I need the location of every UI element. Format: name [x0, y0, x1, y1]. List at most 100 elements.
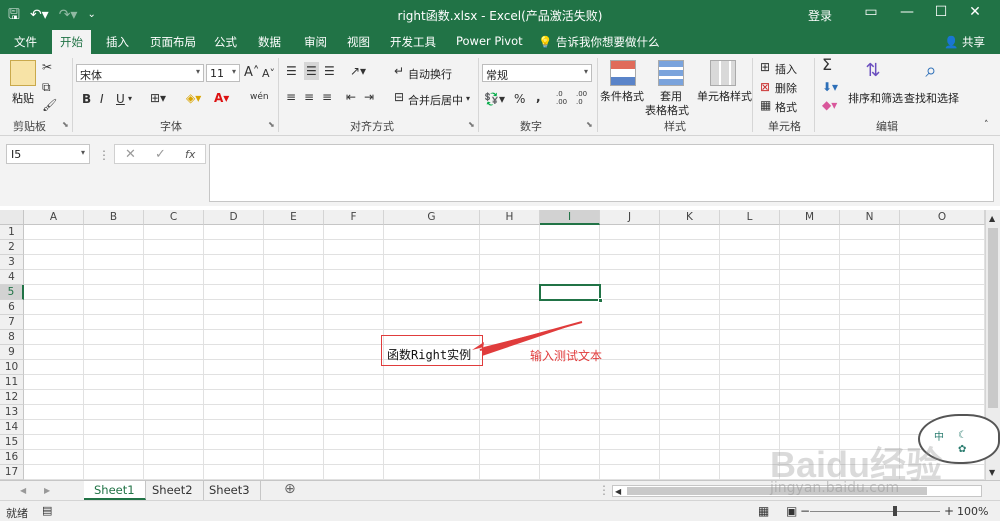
decrease-indent-icon[interactable]: ⇤: [346, 90, 356, 104]
sort-filter-button[interactable]: 排序和筛选: [848, 90, 903, 106]
wrap-text-button[interactable]: 自动换行: [408, 66, 452, 82]
sheet-tab-sheet2[interactable]: Sheet2: [142, 481, 204, 500]
tell-me-search[interactable]: 💡 告诉我你想要做什么: [538, 34, 659, 50]
phonetic-icon[interactable]: wén: [250, 90, 269, 104]
font-color-icon[interactable]: A▾: [214, 91, 229, 105]
row-header-14[interactable]: 14: [0, 420, 24, 435]
row-header-1[interactable]: 1: [0, 225, 24, 240]
column-header-n[interactable]: N: [840, 210, 900, 225]
italic-button[interactable]: I: [100, 92, 104, 106]
minimize-icon[interactable]: —: [896, 4, 918, 20]
normal-view-icon[interactable]: ▦: [758, 504, 769, 518]
underline-button[interactable]: U: [116, 92, 125, 106]
tab-review[interactable]: 审阅: [304, 34, 327, 50]
tab-insert[interactable]: 插入: [106, 34, 129, 50]
paste-button[interactable]: 粘贴: [12, 90, 34, 106]
fill-handle[interactable]: [598, 298, 603, 303]
align-left-icon[interactable]: ≡: [286, 90, 296, 104]
tab-power-pivot[interactable]: Power Pivot: [456, 34, 523, 48]
align-top-icon[interactable]: ☰: [286, 64, 297, 78]
column-header-i[interactable]: I: [540, 210, 600, 225]
column-header-g[interactable]: G: [384, 210, 480, 225]
column-header-a[interactable]: A: [24, 210, 84, 225]
tab-data[interactable]: 数据: [258, 34, 281, 50]
row-header-17[interactable]: 17: [0, 465, 24, 480]
zoom-out-icon[interactable]: −: [800, 504, 810, 518]
row-header-7[interactable]: 7: [0, 315, 24, 330]
format-table-icon[interactable]: [658, 60, 684, 86]
login-link[interactable]: 登录: [808, 7, 832, 24]
vertical-scroll-thumb[interactable]: [988, 228, 998, 408]
grow-font-icon[interactable]: A˄: [244, 66, 259, 80]
select-all-corner[interactable]: [0, 210, 24, 225]
align-middle-icon[interactable]: ☰: [304, 62, 319, 80]
fill-color-icon[interactable]: ◈▾: [186, 91, 201, 105]
row-header-3[interactable]: 3: [0, 255, 24, 270]
merge-icon[interactable]: ⊟: [394, 90, 404, 104]
row-header-8[interactable]: 8: [0, 330, 24, 345]
active-cell-selection[interactable]: [539, 284, 603, 303]
row-header-6[interactable]: 6: [0, 300, 24, 315]
insert-function-button[interactable]: fx: [185, 148, 195, 161]
column-header-j[interactable]: J: [600, 210, 660, 225]
cell-g9-text[interactable]: 函数Right实例: [387, 346, 471, 363]
next-sheet-icon[interactable]: ▶: [44, 484, 50, 498]
increase-decimal-button[interactable]: .0 .00: [556, 90, 572, 106]
sort-filter-icon[interactable]: ⇅: [860, 60, 886, 86]
more-options-icon[interactable]: ⋮: [98, 148, 110, 162]
bold-button[interactable]: B: [82, 92, 91, 106]
border-icon[interactable]: ⊞▾: [150, 91, 166, 105]
tab-formulas[interactable]: 公式: [214, 34, 237, 50]
format-cells-icon[interactable]: ▦: [760, 98, 771, 112]
enter-icon[interactable]: ✓: [155, 147, 166, 162]
column-header-h[interactable]: H: [480, 210, 540, 225]
tab-home[interactable]: 开始: [52, 30, 91, 54]
zoom-level[interactable]: 100%: [957, 505, 988, 518]
row-header-15[interactable]: 15: [0, 435, 24, 450]
cell-styles-button[interactable]: 单元格样式: [697, 88, 752, 104]
search-icon[interactable]: ⌕: [918, 58, 944, 84]
currency-icon[interactable]: 💱▾: [484, 92, 505, 106]
column-header-k[interactable]: K: [660, 210, 720, 225]
close-icon[interactable]: ✕: [964, 4, 986, 20]
paste-icon[interactable]: [10, 60, 36, 86]
row-header-9[interactable]: 9: [0, 345, 24, 360]
column-header-m[interactable]: M: [780, 210, 840, 225]
prev-sheet-icon[interactable]: ◀: [20, 484, 26, 498]
ribbon-display-icon[interactable]: ▭: [860, 4, 882, 20]
macro-record-icon[interactable]: ▤: [42, 504, 52, 518]
format-cells-button[interactable]: 格式: [775, 99, 797, 115]
sheet-tab-sheet1[interactable]: Sheet1: [84, 481, 146, 500]
scroll-down-icon[interactable]: ▼: [989, 466, 995, 480]
sheet-tab-sheet3[interactable]: Sheet3: [199, 481, 261, 500]
row-header-4[interactable]: 4: [0, 270, 24, 285]
align-center-icon[interactable]: ≡: [304, 90, 314, 104]
page-layout-view-icon[interactable]: ▣: [786, 504, 797, 518]
zoom-in-icon[interactable]: +: [944, 504, 954, 518]
row-header-5[interactable]: 5: [0, 285, 24, 300]
add-sheet-icon[interactable]: ⊕: [284, 482, 296, 496]
conditional-format-icon[interactable]: [610, 60, 636, 86]
cancel-icon[interactable]: ✕: [125, 147, 136, 162]
alignment-launcher-icon[interactable]: ⬊: [468, 120, 475, 129]
column-header-c[interactable]: C: [144, 210, 204, 225]
tab-file[interactable]: 文件: [14, 34, 37, 50]
column-header-l[interactable]: L: [720, 210, 780, 225]
chevron-down-icon[interactable]: ▾: [466, 92, 470, 106]
font-name-combo[interactable]: 宋体 ▾: [76, 64, 204, 82]
decrease-decimal-button[interactable]: .00 .0: [576, 90, 592, 106]
row-header-11[interactable]: 11: [0, 375, 24, 390]
column-header-d[interactable]: D: [204, 210, 264, 225]
insert-cells-button[interactable]: 插入: [775, 61, 797, 77]
number-launcher-icon[interactable]: ⬊: [586, 120, 593, 129]
number-format-combo[interactable]: 常规 ▾: [482, 64, 592, 82]
row-header-16[interactable]: 16: [0, 450, 24, 465]
share-button[interactable]: 👤 共享: [944, 34, 985, 50]
font-launcher-icon[interactable]: ⬊: [268, 120, 275, 129]
wrap-text-icon[interactable]: ↵: [394, 64, 404, 78]
clipboard-launcher-icon[interactable]: ⬊: [62, 120, 69, 129]
delete-cells-button[interactable]: 删除: [775, 80, 797, 96]
format-painter-icon[interactable]: 🖌: [42, 98, 57, 112]
column-header-b[interactable]: B: [84, 210, 144, 225]
percent-button[interactable]: %: [514, 92, 525, 106]
